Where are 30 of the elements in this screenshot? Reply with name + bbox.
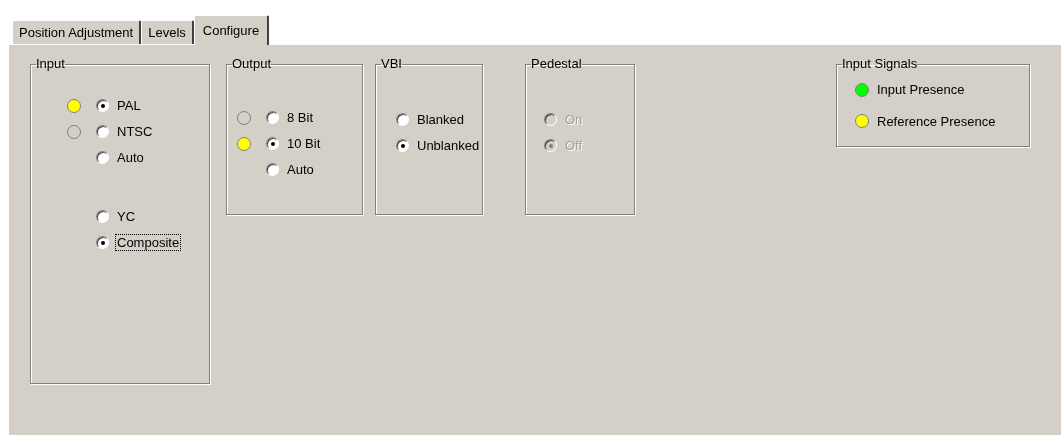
group-title: VBI	[381, 57, 402, 71]
radio-button[interactable]	[96, 151, 109, 164]
radio-label[interactable]: 8 Bit	[285, 109, 315, 126]
radio-label[interactable]: Unblanked	[415, 137, 482, 154]
radio-button[interactable]	[96, 236, 109, 249]
radio-button[interactable]	[96, 125, 109, 138]
tab[interactable]: Position Adjustment	[12, 20, 142, 44]
radio-button[interactable]	[396, 139, 409, 152]
radio-button[interactable]	[266, 137, 279, 150]
signal-label: Input Presence	[877, 81, 965, 99]
radio-label[interactable]: 10 Bit	[285, 135, 323, 152]
tab[interactable]: Levels	[141, 20, 194, 44]
radio-label[interactable]: Auto	[285, 161, 316, 178]
group-title: Output	[232, 57, 272, 71]
radio-label[interactable]: NTSC	[115, 123, 155, 140]
radio-button[interactable]	[96, 210, 109, 223]
radio-button[interactable]	[396, 113, 409, 126]
radio-label[interactable]: Auto	[115, 149, 146, 166]
radio-label[interactable]: PAL	[115, 97, 143, 114]
group-title: Input Signals	[842, 57, 918, 71]
signal-label: Reference Presence	[877, 112, 996, 131]
radio-label[interactable]: Composite	[115, 234, 182, 251]
group-title: Pedestal	[531, 57, 582, 71]
radio-button[interactable]	[96, 99, 109, 112]
group-title: Input	[36, 57, 65, 71]
radio-button[interactable]	[266, 111, 279, 124]
radio-label[interactable]: Blanked	[415, 111, 466, 128]
tab[interactable]: Configure	[193, 15, 270, 45]
radio-button[interactable]	[266, 163, 279, 176]
radio-label[interactable]: YC	[115, 208, 138, 225]
